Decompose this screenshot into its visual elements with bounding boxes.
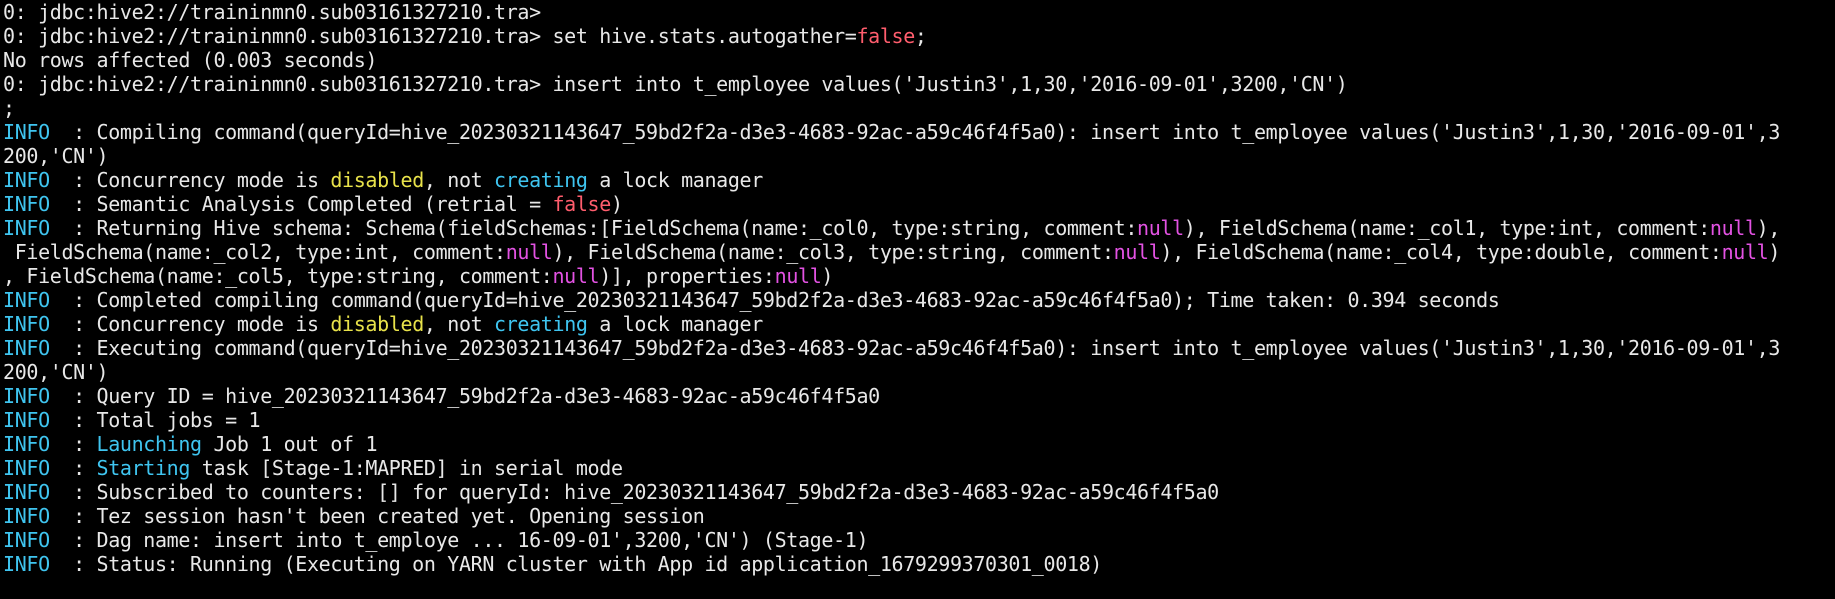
highlighted-keyword: creating <box>494 168 588 192</box>
output-text: 0: jdbc:hive2://traininmn0.sub0316132721… <box>3 72 1348 96</box>
log-level-label: INFO <box>3 456 50 480</box>
null-keyword: null <box>552 264 600 288</box>
output-text: : Returning Hive schema: Schema(fieldSch… <box>49 216 1138 240</box>
output-text: ), FieldSchema(name:_col3, type:string, … <box>552 240 1114 264</box>
output-text: , not <box>423 312 495 336</box>
output-text: : Status: Running (Executing on YARN clu… <box>49 552 1102 576</box>
terminal-line: 0: jdbc:hive2://traininmn0.sub0316132721… <box>3 0 1835 24</box>
terminal-line: INFO : Concurrency mode is disabled, not… <box>3 312 1835 336</box>
log-level-label: INFO <box>3 168 50 192</box>
output-text: )], properties: <box>599 264 775 288</box>
output-text: : Total jobs = 1 <box>49 408 261 432</box>
output-text: : Tez session hasn't been created yet. O… <box>49 504 705 528</box>
output-text: : <box>49 432 97 456</box>
terminal-line: INFO : Query ID = hive_20230321143647_59… <box>3 384 1835 408</box>
terminal-line: INFO : Concurrency mode is disabled, not… <box>3 168 1835 192</box>
terminal-line: INFO : Returning Hive schema: Schema(fie… <box>3 216 1835 240</box>
terminal-line: INFO : Subscribed to counters: [] for qu… <box>3 480 1835 504</box>
highlighted-keyword: Launching <box>96 432 203 456</box>
log-level-label: INFO <box>3 384 50 408</box>
output-text: ) <box>821 264 834 288</box>
output-text: : Compiling command(queryId=hive_2023032… <box>49 120 1781 144</box>
output-text: 0: jdbc:hive2://traininmn0.sub0316132721… <box>3 24 857 48</box>
output-text: : Query ID = hive_20230321143647_59bd2f2… <box>49 384 880 408</box>
output-text: : <box>49 456 97 480</box>
terminal-line: INFO : Total jobs = 1 <box>3 408 1835 432</box>
terminal-line: INFO : Status: Running (Executing on YAR… <box>3 552 1835 576</box>
terminal-line: No rows affected (0.003 seconds) <box>3 48 1835 72</box>
output-text: : Concurrency mode is <box>49 168 331 192</box>
output-text: : Executing command(queryId=hive_2023032… <box>49 336 1781 360</box>
output-text: ), <box>1756 216 1781 240</box>
output-text: 200,'CN') <box>3 360 109 384</box>
log-level-label: INFO <box>3 528 50 552</box>
output-text: ), FieldSchema(name:_col4, type:double, … <box>1160 240 1722 264</box>
boolean-keyword: false <box>856 24 915 48</box>
output-text: Job 1 out of 1 <box>201 432 378 456</box>
terminal-line: INFO : Completed compiling command(query… <box>3 288 1835 312</box>
null-keyword: null <box>774 264 822 288</box>
log-level-label: INFO <box>3 504 50 528</box>
highlighted-keyword: Starting <box>96 456 191 480</box>
boolean-keyword: false <box>552 192 611 216</box>
log-level-label: INFO <box>3 336 50 360</box>
output-text: , not <box>423 168 495 192</box>
terminal-line: ; <box>3 96 1835 120</box>
output-text: FieldSchema(name:_col2, type:int, commen… <box>3 240 506 264</box>
terminal-line: FieldSchema(name:_col2, type:int, commen… <box>3 240 1835 264</box>
log-level-label: INFO <box>3 312 50 336</box>
log-level-label: INFO <box>3 408 50 432</box>
terminal-window[interactable]: 0: jdbc:hive2://traininmn0.sub0316132721… <box>0 0 1835 599</box>
output-text: a lock manager <box>587 168 763 192</box>
null-keyword: null <box>1113 240 1161 264</box>
highlighted-keyword: disabled <box>330 168 424 192</box>
output-text: ; <box>3 96 15 120</box>
terminal-line: , FieldSchema(name:_col5, type:string, c… <box>3 264 1835 288</box>
output-text: 200,'CN') <box>3 144 109 168</box>
output-text: a lock manager <box>587 312 763 336</box>
terminal-line: INFO : Semantic Analysis Completed (retr… <box>3 192 1835 216</box>
terminal-line: INFO : Dag name: insert into t_employe .… <box>3 528 1835 552</box>
log-level-label: INFO <box>3 288 50 312</box>
output-text: No rows affected (0.003 seconds) <box>3 48 378 72</box>
output-text: 0: jdbc:hive2://traininmn0.sub0316132721… <box>3 0 541 24</box>
output-text: : Semantic Analysis Completed (retrial = <box>49 192 553 216</box>
null-keyword: null <box>505 240 553 264</box>
log-level-label: INFO <box>3 552 50 576</box>
output-text: : Dag name: insert into t_employe ... 16… <box>49 528 869 552</box>
output-text: task [Stage-1:MAPRED] in serial mode <box>190 456 623 480</box>
null-keyword: null <box>1721 240 1769 264</box>
highlighted-keyword: creating <box>494 312 588 336</box>
terminal-line: INFO : Starting task [Stage-1:MAPRED] in… <box>3 456 1835 480</box>
terminal-line: INFO : Launching Job 1 out of 1 <box>3 432 1835 456</box>
output-text: ) <box>610 192 623 216</box>
output-text: : Completed compiling command(queryId=hi… <box>49 288 1500 312</box>
output-text: ; <box>914 24 927 48</box>
log-level-label: INFO <box>3 192 50 216</box>
terminal-line: 0: jdbc:hive2://traininmn0.sub0316132721… <box>3 24 1835 48</box>
terminal-line: 200,'CN') <box>3 144 1835 168</box>
log-level-label: INFO <box>3 120 50 144</box>
output-text: : Subscribed to counters: [] for queryId… <box>49 480 1219 504</box>
terminal-line: INFO : Executing command(queryId=hive_20… <box>3 336 1835 360</box>
output-text: : Concurrency mode is <box>49 312 331 336</box>
terminal-line: 0: jdbc:hive2://traininmn0.sub0316132721… <box>3 72 1835 96</box>
terminal-line: INFO : Tez session hasn't been created y… <box>3 504 1835 528</box>
output-text: ), FieldSchema(name:_col1, type:int, com… <box>1183 216 1710 240</box>
highlighted-keyword: disabled <box>330 312 424 336</box>
terminal-line: INFO : Compiling command(queryId=hive_20… <box>3 120 1835 144</box>
output-text: , FieldSchema(name:_col5, type:string, c… <box>3 264 553 288</box>
log-level-label: INFO <box>3 216 50 240</box>
output-text: ) <box>1768 240 1781 264</box>
log-level-label: INFO <box>3 480 50 504</box>
log-level-label: INFO <box>3 432 50 456</box>
null-keyword: null <box>1137 216 1184 240</box>
null-keyword: null <box>1709 216 1757 240</box>
terminal-line: 200,'CN') <box>3 360 1835 384</box>
